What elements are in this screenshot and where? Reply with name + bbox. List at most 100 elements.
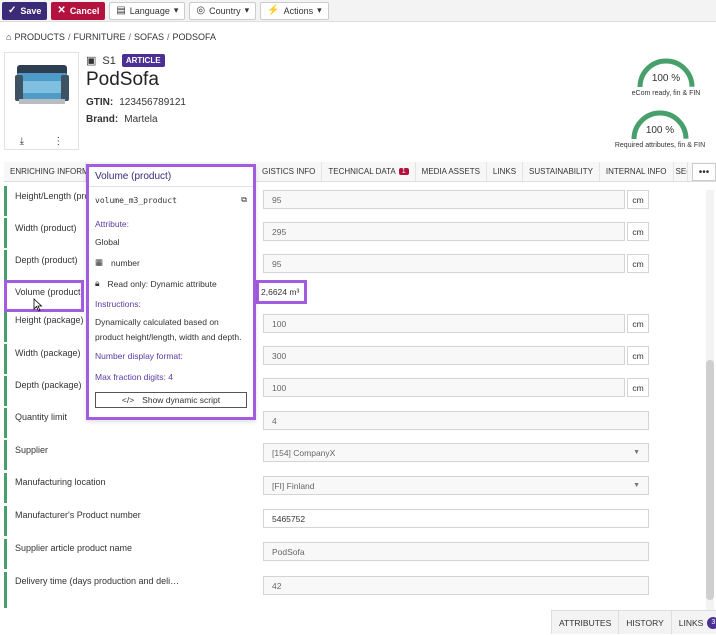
field-label: Manufacturing location bbox=[15, 477, 106, 487]
home-icon[interactable]: ⌂ bbox=[6, 32, 11, 42]
breadcrumb-separator: / bbox=[167, 32, 170, 42]
gauge-percent: 100 % bbox=[651, 73, 681, 84]
chevron-down-icon: ▾ bbox=[173, 5, 179, 15]
tab-history[interactable]: HISTORY bbox=[618, 611, 670, 634]
download-icon[interactable]: ⤓ bbox=[20, 136, 24, 147]
supplier-select[interactable]: [154] CompanyX ▼ bbox=[263, 443, 649, 462]
gtin-value: 123456789121 bbox=[119, 97, 186, 108]
tab-count-badge: 1 bbox=[398, 168, 409, 175]
tab-label: HISTORY bbox=[626, 617, 664, 628]
brand-label: Brand: bbox=[86, 114, 119, 125]
field-label: Width (package) bbox=[15, 348, 81, 358]
lock-icon: 🔒︎ bbox=[95, 278, 100, 288]
tab-enriching-info[interactable]: ENRICHING INFORM bbox=[4, 162, 89, 181]
field-label: Depth (package) bbox=[15, 380, 82, 390]
tab-links-bottom[interactable]: LINKS 3 bbox=[670, 611, 716, 634]
delivery-time-field[interactable]: 42 bbox=[263, 576, 649, 595]
manufacturing-location-select[interactable]: [FI] Finland ▼ bbox=[263, 476, 649, 495]
lightning-icon: ⚡ bbox=[267, 5, 280, 16]
field-label: Height/Length (pro bbox=[15, 191, 90, 201]
country-menu[interactable]: ◎ Country ▾ bbox=[189, 1, 257, 20]
country-label: Country bbox=[209, 5, 241, 16]
field-label: Supplier article product name bbox=[15, 543, 133, 553]
unit-label: cm bbox=[627, 222, 649, 241]
popup-title: Volume (product) bbox=[89, 167, 253, 187]
unit-label: cm bbox=[627, 378, 649, 397]
unit-label: cm bbox=[627, 314, 649, 333]
tab-seo[interactable]: SE( bbox=[674, 162, 688, 181]
manufacturer-product-number-field[interactable]: 5465752 bbox=[263, 509, 649, 528]
actions-label: Actions bbox=[283, 5, 314, 16]
tab-label: INTERNAL INFO bbox=[605, 167, 667, 176]
attribute-type: number bbox=[111, 257, 140, 268]
save-button[interactable]: ✓ Save bbox=[2, 1, 48, 20]
breadcrumb-item[interactable]: PODSOFA bbox=[173, 32, 217, 42]
field-label: Manufacturer's Product number bbox=[15, 510, 141, 520]
tab-sustainability[interactable]: SUSTAINABILITY bbox=[523, 162, 600, 181]
depth-product-field[interactable]: 95 bbox=[263, 254, 625, 273]
tab-label: SE( bbox=[675, 167, 687, 176]
height-product-field[interactable]: 95 bbox=[263, 190, 625, 209]
gauge-percent: 100 % bbox=[645, 125, 675, 136]
width-product-field[interactable]: 295 bbox=[263, 222, 625, 241]
caret-down-icon: ▼ bbox=[633, 482, 640, 489]
code-icon: </> bbox=[121, 395, 135, 405]
form-row: Supplier article product name PodSofa bbox=[4, 539, 704, 569]
close-icon: ✕ bbox=[57, 5, 66, 16]
tab-label: LINKS bbox=[492, 167, 517, 176]
sofa-image bbox=[15, 65, 69, 104]
tab-label: ENRICHING INFORM bbox=[10, 167, 89, 176]
button-label: Show dynamic script bbox=[142, 395, 221, 405]
quantity-limit-field[interactable]: 4 bbox=[263, 411, 649, 430]
select-value: [154] CompanyX bbox=[272, 447, 336, 458]
tab-internal-info[interactable]: INTERNAL INFO bbox=[600, 162, 674, 181]
attribute-scope: Global bbox=[95, 237, 120, 247]
instructions-label: Instructions: bbox=[95, 299, 141, 309]
cube-icon: ▣ bbox=[86, 55, 97, 67]
format-label: Number display format: bbox=[95, 351, 183, 361]
article-badge: ARTICLE bbox=[121, 54, 165, 67]
show-dynamic-script-button[interactable]: </> Show dynamic script bbox=[95, 392, 247, 408]
more-tabs-button[interactable]: ••• bbox=[692, 163, 716, 181]
number-type-icon: ▦ bbox=[95, 257, 104, 267]
copy-icon[interactable]: ⧉ bbox=[241, 195, 247, 205]
gtin-label: GTIN: bbox=[86, 97, 114, 108]
readonly-text: Read only: Dynamic attribute bbox=[107, 278, 217, 289]
breadcrumb-item[interactable]: FURNITURE bbox=[73, 32, 125, 42]
globe-icon: ◎ bbox=[196, 5, 206, 16]
cancel-button[interactable]: ✕ Cancel bbox=[51, 1, 106, 20]
tab-attributes[interactable]: ATTRIBUTES bbox=[551, 611, 618, 634]
tab-logistics-info[interactable]: GISTICS INFO bbox=[256, 162, 323, 181]
tab-label: GISTICS INFO bbox=[262, 167, 316, 176]
cancel-label: Cancel bbox=[69, 5, 100, 16]
field-label: Depth (product) bbox=[15, 255, 78, 265]
gauge-caption: Required attributes, fin & FIN bbox=[614, 142, 706, 149]
tab-technical-data[interactable]: TECHNICAL DATA 1 bbox=[322, 162, 416, 181]
tab-media-assets[interactable]: MEDIA ASSETS bbox=[416, 162, 487, 181]
gauge-caption: eCom ready, fin & FIN bbox=[631, 90, 701, 97]
attribute-section-label: Attribute: bbox=[95, 219, 130, 229]
chevron-down-icon: ▾ bbox=[317, 5, 322, 15]
more-vertical-icon[interactable]: ⋮ bbox=[53, 136, 63, 147]
height-package-field[interactable]: 100 bbox=[263, 314, 625, 333]
form-row: Manufacturing location [FI] Finland ▼ bbox=[4, 473, 704, 503]
breadcrumb: ⌂ PRODUCTS / FURNITURE / SOFAS / PODSOFA bbox=[6, 32, 216, 42]
scrollbar-thumb[interactable] bbox=[706, 360, 714, 600]
volume-value: 2,6624 m³ bbox=[256, 280, 307, 304]
language-menu[interactable]: ▤ Language ▾ bbox=[109, 1, 186, 20]
sku: S1 bbox=[102, 54, 116, 67]
product-thumbnail[interactable]: ⤓ ⋮ bbox=[4, 52, 79, 150]
width-package-field[interactable]: 300 bbox=[263, 346, 625, 365]
breadcrumb-item[interactable]: PRODUCTS bbox=[14, 32, 65, 42]
tab-links[interactable]: LINKS bbox=[487, 162, 524, 181]
caret-down-icon: ▼ bbox=[633, 449, 640, 456]
field-label: Width (product) bbox=[15, 223, 77, 233]
supplier-article-name-field[interactable]: PodSofa bbox=[263, 542, 649, 561]
instructions-text: Dynamically calculated based on product … bbox=[95, 317, 242, 342]
depth-package-field[interactable]: 100 bbox=[263, 378, 625, 397]
form-row: Manufacturer's Product number 5465752 bbox=[4, 506, 704, 536]
actions-menu[interactable]: ⚡ Actions ▾ bbox=[260, 1, 329, 20]
breadcrumb-item[interactable]: SOFAS bbox=[134, 32, 164, 42]
unit-label: cm bbox=[627, 346, 649, 365]
breadcrumb-separator: / bbox=[67, 32, 71, 42]
